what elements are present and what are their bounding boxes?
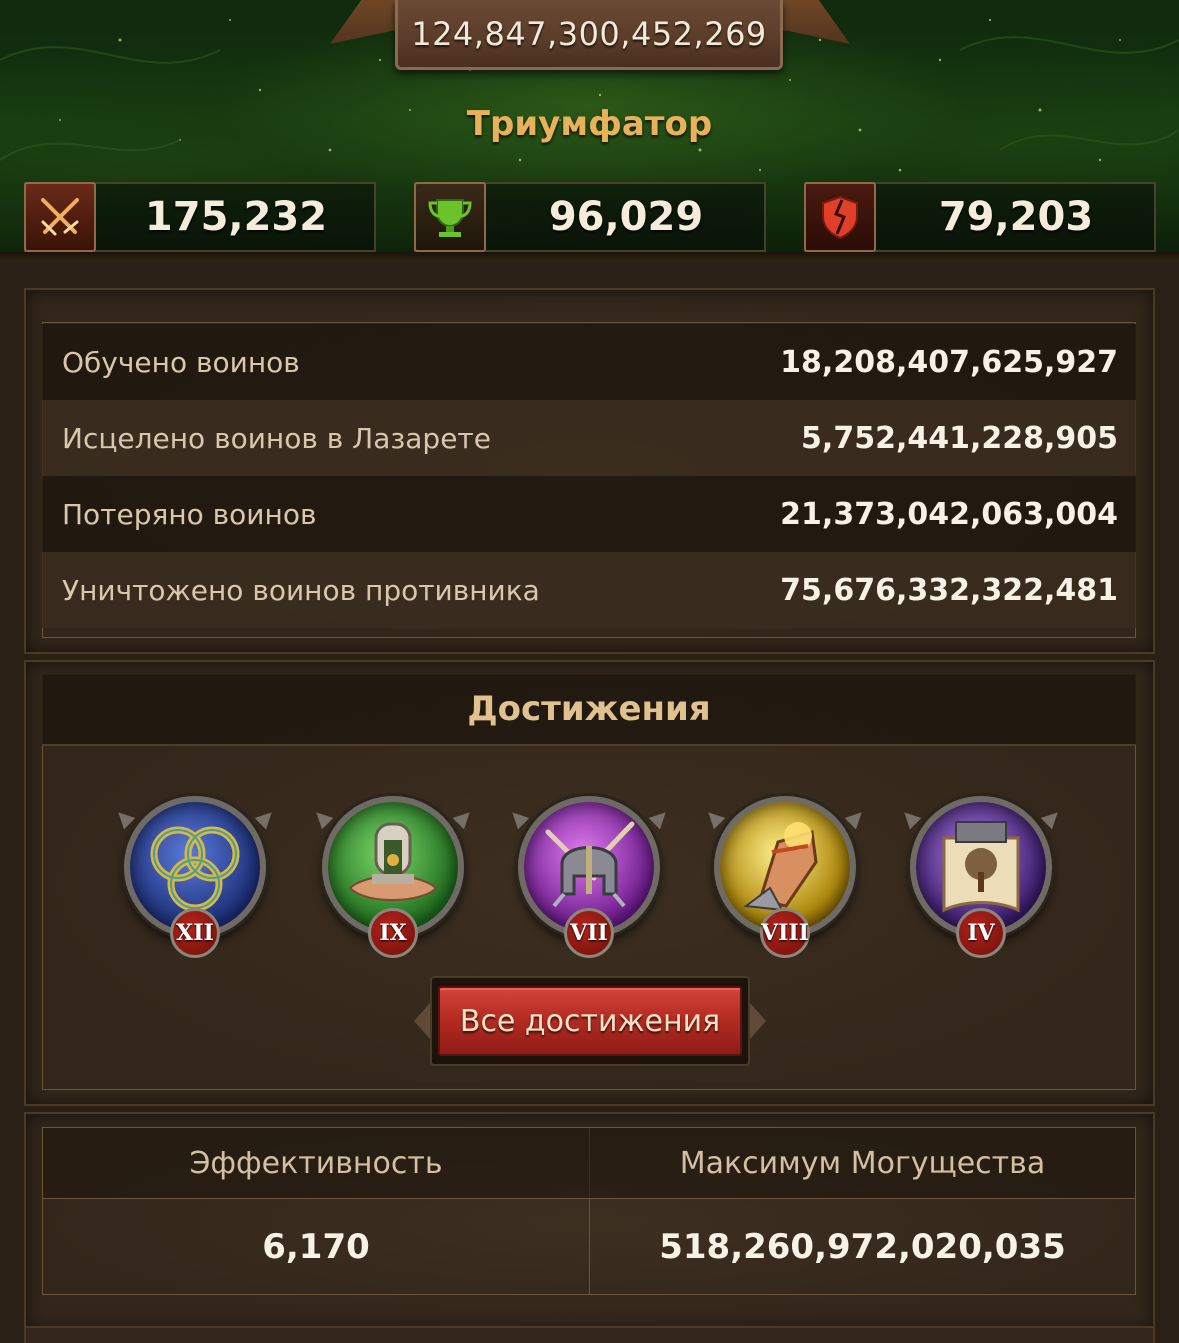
attack-stat-value: 175,232 (144, 194, 328, 240)
efficiency-header: Эффективность (43, 1128, 589, 1198)
troop-stat-label: Потеряно воинов (62, 497, 317, 531)
all-achievements-button[interactable]: Все достижения (430, 976, 750, 1066)
next-panel-edge (24, 1326, 1155, 1343)
crossed-swords-icon (24, 182, 96, 252)
broken-shield-icon (804, 182, 876, 252)
efficiency-label: Эффективность (189, 1145, 443, 1181)
troop-stat-row: Уничтожено воинов противника 75,676,332,… (42, 552, 1136, 628)
defense-stat-value: 79,203 (938, 194, 1094, 240)
profile-header: 124,847,300,452,269 Триумфатор 175,232 9… (0, 0, 1179, 262)
troop-stat-row: Исцелено воинов в Лазарете 5,752,441,228… (42, 400, 1136, 476)
efficiency-value: 6,170 (262, 1226, 370, 1267)
trophy-stat: 96,029 (414, 182, 766, 252)
button-wing-right (750, 1003, 766, 1039)
max-power-value: 518,260,972,020,035 (659, 1226, 1066, 1267)
max-power-label: Максимум Могущества (679, 1145, 1046, 1181)
achievements-title: Достижения (467, 689, 711, 729)
troop-stat-value: 75,676,332,322,481 (780, 572, 1118, 608)
troop-stat-row: Потеряно воинов 21,373,042,063,004 (42, 476, 1136, 552)
troop-stat-label: Уничтожено воинов противника (62, 573, 540, 607)
max-power-value-cell: 518,260,972,020,035 (590, 1199, 1135, 1294)
all-achievements-label: Все достижения (459, 1003, 721, 1039)
troop-stat-row: Обучено воинов 18,208,407,625,927 (42, 324, 1136, 400)
trophy-icon (414, 182, 486, 252)
efficiency-table: Эффективность Максимум Могущества 6,170 … (42, 1127, 1136, 1295)
achievement-medal[interactable]: VII (506, 790, 672, 960)
defense-stat: 79,203 (804, 182, 1156, 252)
troop-stat-value: 21,373,042,063,004 (780, 496, 1118, 532)
rank-title: Триумфатор (466, 104, 713, 144)
attack-stat: 175,232 (24, 182, 376, 252)
troop-stat-value: 5,752,441,228,905 (801, 420, 1118, 456)
efficiency-value-cell: 6,170 (43, 1199, 589, 1294)
medal-rank-badge: IV (956, 908, 1006, 958)
medal-rank-badge: VII (564, 908, 614, 958)
achievements-header: Достижения (42, 674, 1136, 746)
medal-rank-badge: VIII (760, 908, 810, 958)
power-banner: 124,847,300,452,269 (395, 0, 783, 70)
medal-rank-badge: XII (170, 908, 220, 958)
medal-rank-badge: IX (368, 908, 418, 958)
achievement-medal[interactable]: IX (310, 790, 476, 960)
troop-stat-value: 18,208,407,625,927 (780, 344, 1118, 380)
total-power-value: 124,847,300,452,269 (411, 14, 767, 53)
troop-stat-label: Обучено воинов (62, 345, 300, 379)
max-power-header: Максимум Могущества (590, 1128, 1135, 1198)
achievement-medal[interactable]: IV (898, 790, 1064, 960)
all-achievements-button-face[interactable]: Все достижения (438, 986, 742, 1056)
achievement-medal[interactable]: XII (112, 790, 278, 960)
troop-stat-label: Исцелено воинов в Лазарете (62, 421, 491, 455)
trophy-stat-value: 96,029 (548, 194, 704, 240)
button-wing-left (414, 1003, 430, 1039)
header-border (0, 252, 1179, 262)
achievement-medal[interactable]: VIII (702, 790, 868, 960)
